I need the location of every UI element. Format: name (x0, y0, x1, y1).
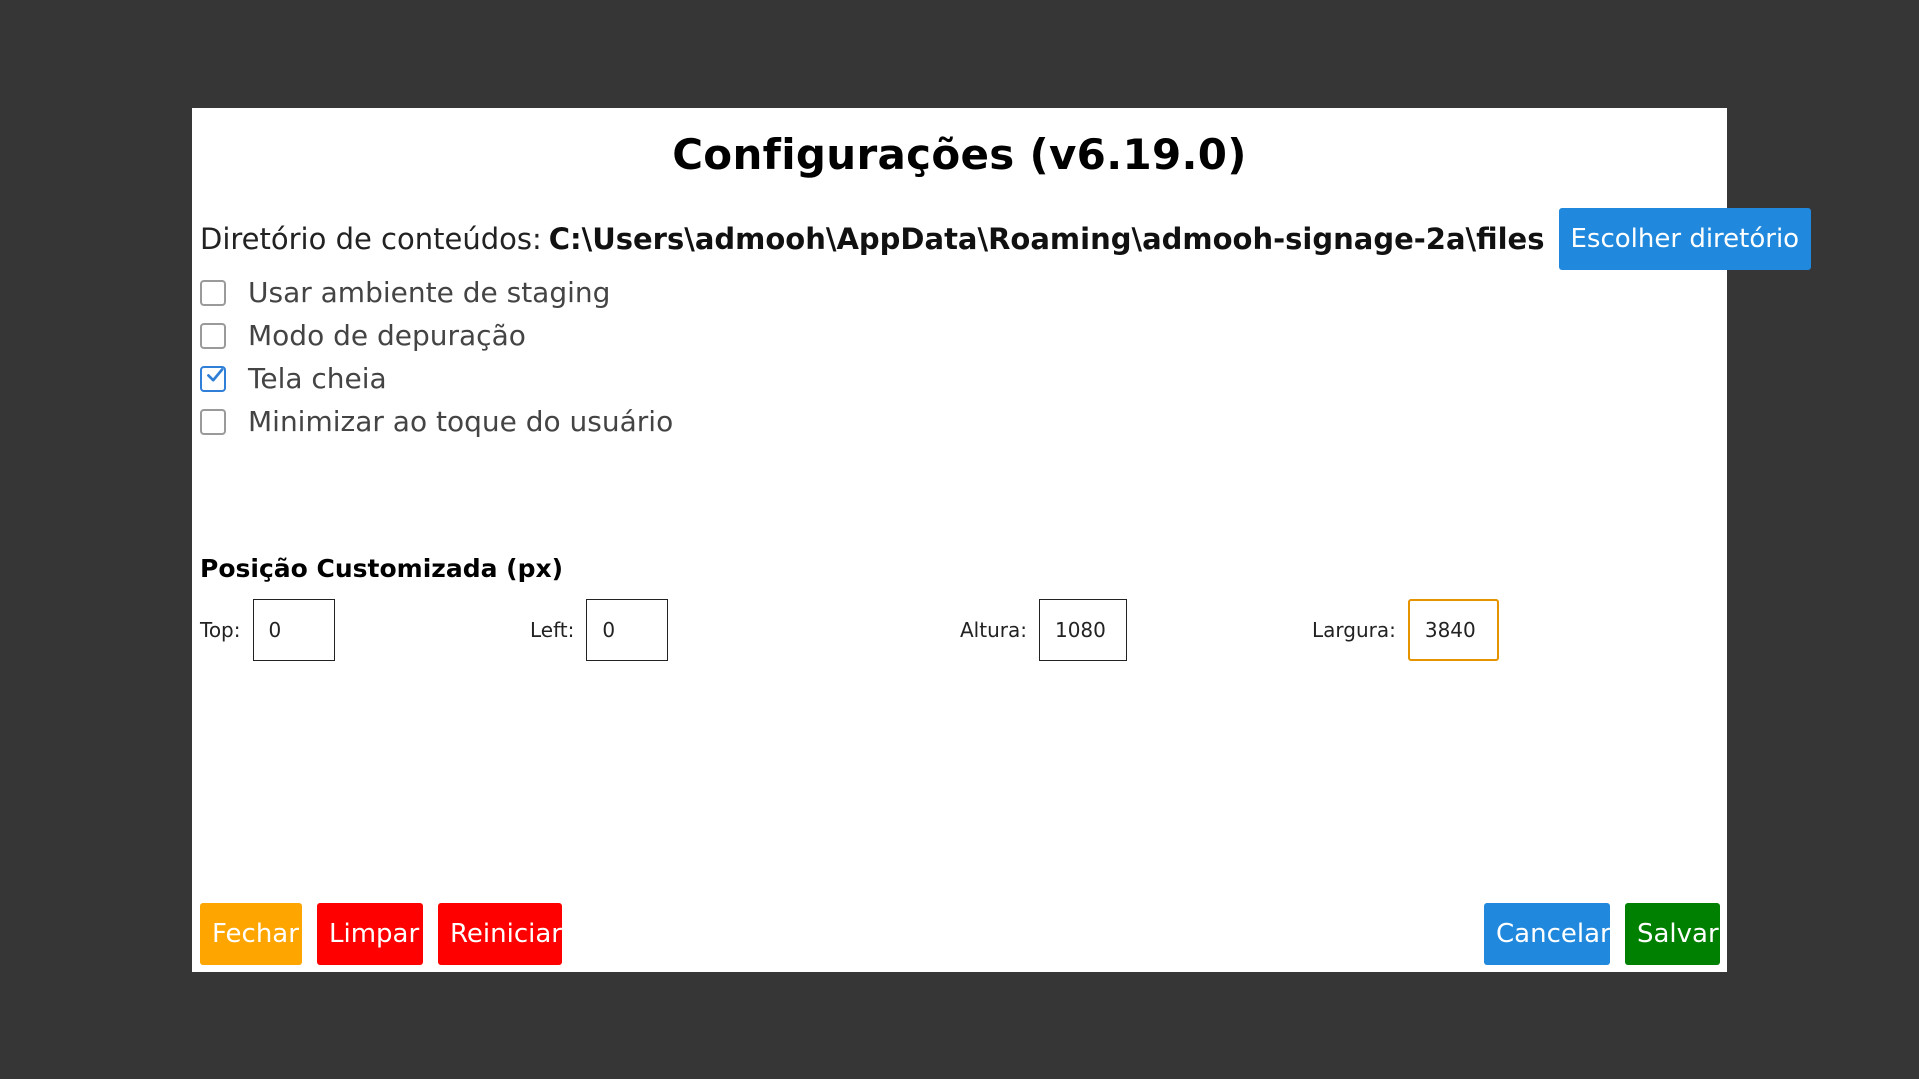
left-label: Left: (530, 618, 575, 642)
dialog-title: Configurações (v6.19.0) (672, 130, 1247, 179)
top-field: Top: (200, 599, 335, 661)
option-debug[interactable]: Modo de depuração (200, 314, 673, 357)
staging-checkbox[interactable] (200, 279, 226, 306)
top-label: Top: (200, 618, 241, 642)
close-button[interactable]: Fechar (200, 903, 302, 965)
cancel-button[interactable]: Cancelar (1484, 903, 1611, 965)
width-label: Largura: (1312, 618, 1396, 642)
directory-label: Diretório de conteúdos: (200, 222, 542, 256)
left-actions: Fechar Limpar Reiniciar (200, 903, 562, 965)
left-field: Left: (530, 599, 669, 661)
minimize-touch-checkbox[interactable] (200, 408, 226, 435)
height-label: Altura: (960, 618, 1027, 642)
custom-position-title: Posição Customizada (px) (200, 554, 564, 583)
directory-row: Diretório de conteúdos: C:\Users\admooh\… (200, 208, 1812, 270)
width-field: Largura: (1312, 599, 1499, 661)
left-input[interactable] (586, 599, 669, 661)
height-input[interactable] (1038, 599, 1127, 661)
option-fullscreen[interactable]: Tela cheia (200, 357, 673, 400)
minimize-touch-label: Minimizar ao toque do usuário (248, 405, 674, 438)
height-field: Altura: (960, 599, 1127, 661)
restart-button[interactable]: Reiniciar (438, 903, 562, 965)
debug-checkbox[interactable] (200, 322, 226, 349)
option-minimize-touch[interactable]: Minimizar ao toque do usuário (200, 400, 673, 443)
save-button[interactable]: Salvar (1625, 903, 1720, 965)
fullscreen-label: Tela cheia (248, 362, 387, 395)
right-actions: Cancelar Salvar (1484, 903, 1720, 965)
staging-label: Usar ambiente de staging (248, 276, 611, 309)
directory-path: C:\Users\admooh\AppData\Roaming\admooh-s… (548, 222, 1545, 256)
settings-dialog: Configurações (v6.19.0) Diretório de con… (192, 108, 1812, 972)
debug-label: Modo de depuração (248, 319, 526, 352)
top-input[interactable] (252, 599, 335, 661)
options-list: Usar ambiente de staging Modo de depuraç… (200, 271, 673, 443)
option-staging[interactable]: Usar ambiente de staging (200, 271, 673, 314)
width-input[interactable] (1407, 599, 1499, 661)
choose-directory-button[interactable]: Escolher diretório (1558, 208, 1812, 270)
checkmark-icon (207, 367, 224, 382)
clear-button[interactable]: Limpar (317, 903, 423, 965)
fullscreen-checkbox[interactable] (200, 365, 226, 392)
